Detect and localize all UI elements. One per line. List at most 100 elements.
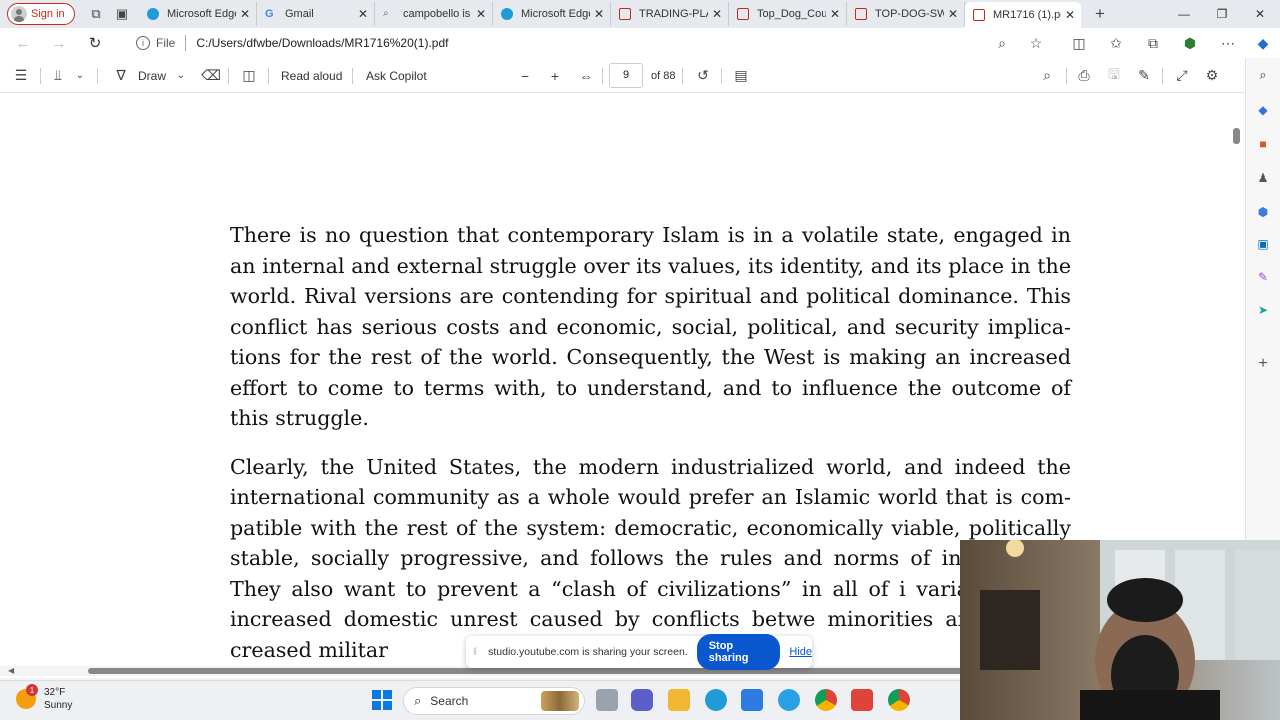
scroll-left-arrow-icon[interactable]: ◀ <box>8 666 14 675</box>
close-tab-icon[interactable]: ✕ <box>1065 8 1075 22</box>
rotate-icon[interactable]: ↺ <box>690 58 716 93</box>
search-label: Search <box>430 694 469 708</box>
save-as-icon[interactable]: ✎ <box>1131 58 1157 93</box>
favorite-star-icon[interactable]: ☆ <box>1023 31 1049 55</box>
draw-icon[interactable]: ∇ <box>108 58 134 93</box>
task-view-icon[interactable] <box>596 689 618 711</box>
zoom-in-icon[interactable]: + <box>542 58 568 93</box>
pdf-page-text: There is no question that contemporary I… <box>230 220 1071 678</box>
sidebar-games-icon[interactable]: ♟ <box>1254 169 1272 187</box>
zoom-icon[interactable]: ⌕ <box>989 31 1015 55</box>
pdf-icon <box>855 8 867 20</box>
sidebar-add-icon[interactable]: + <box>1254 355 1272 373</box>
workspaces-icon[interactable]: ⧉ <box>83 2 109 26</box>
app-icon[interactable] <box>851 689 873 711</box>
tab-label: Microsoft Edge <box>521 8 590 20</box>
screen-share-banner: ‖ studio.youtube.com is sharing your scr… <box>466 634 812 670</box>
restore-icon[interactable]: ❐ <box>1203 0 1241 28</box>
chrome-icon[interactable] <box>815 689 837 711</box>
divider <box>352 68 353 84</box>
eraser-icon[interactable]: ⌫ <box>198 58 224 93</box>
tab-label: Top_Dog_Coun <box>757 8 826 20</box>
divider <box>268 68 269 84</box>
paragraph: There is no question that contemporary I… <box>230 223 1071 430</box>
tab-top-dog-coun[interactable]: Top_Dog_Coun ✕ <box>729 2 847 26</box>
chrome-profile-icon[interactable] <box>888 689 910 711</box>
edge-taskbar-icon[interactable] <box>705 689 727 711</box>
tab-top-dog-swi[interactable]: TOP-DOG-SWI ✕ <box>847 2 965 26</box>
sidebar-search-icon[interactable]: ⌕ <box>1254 66 1272 84</box>
ask-copilot-button[interactable]: Ask Copilot <box>366 58 427 93</box>
find-icon[interactable]: ⌕ <box>1034 58 1060 93</box>
sidebar-tag-icon[interactable]: ◆ <box>1254 101 1272 119</box>
save-icon[interactable]: 🖫 <box>1101 58 1127 93</box>
address-field[interactable]: i File C:/Users/dfwbe/Downloads/MR1716%2… <box>128 31 1058 55</box>
close-tab-icon[interactable]: ✕ <box>830 7 840 21</box>
tab-mr1716-pdf[interactable]: MR1716 (1).pdf ✕ <box>965 2 1081 28</box>
taskbar-search-box[interactable]: ⌕ Search <box>403 687 585 715</box>
page-number-input[interactable]: 9 <box>609 63 643 88</box>
weather-widget[interactable]: 1 32°F Sunny <box>16 684 72 712</box>
refresh-icon[interactable]: ↻ <box>77 28 113 58</box>
close-tab-icon[interactable]: ✕ <box>948 7 958 21</box>
fit-page-icon[interactable]: ⇔ <box>573 58 599 93</box>
sidebar-toolbox-icon[interactable]: ■ <box>1254 135 1272 153</box>
sign-in-button[interactable]: Sign in <box>7 3 75 25</box>
sidebar-copilot-icon[interactable]: ⬢ <box>1254 203 1272 221</box>
chevron-down-icon[interactable]: ⌄ <box>168 58 194 93</box>
scheme-label: File <box>156 36 176 50</box>
close-tab-icon[interactable]: ✕ <box>476 7 486 21</box>
close-tab-icon[interactable]: ✕ <box>712 7 722 21</box>
tab-microsoft-edge-2[interactable]: Microsoft Edge ✕ <box>493 2 611 26</box>
weather-app-icon[interactable] <box>778 689 800 711</box>
tab-microsoft-edge-1[interactable]: Microsoft Edge ✕ <box>139 2 257 26</box>
favorites-icon[interactable]: ✩ <box>1103 31 1129 55</box>
more-options-icon[interactable]: ⋯ <box>1215 31 1241 55</box>
tab-campobello[interactable]: ⌕ campobello is ✕ <box>375 2 493 26</box>
teams-icon[interactable] <box>631 689 653 711</box>
close-window-icon[interactable]: ✕ <box>1241 0 1279 28</box>
draw-button[interactable]: Draw <box>138 58 166 93</box>
vertical-scrollbar-thumb[interactable] <box>1233 128 1240 144</box>
drag-handle-icon[interactable]: ‖ <box>473 647 480 658</box>
tab-gmail[interactable]: G Gmail ✕ <box>257 2 375 26</box>
sidebar-send-icon[interactable]: ➤ <box>1254 301 1272 319</box>
divider <box>602 68 603 84</box>
copilot-icon[interactable]: ◆ <box>1250 31 1276 55</box>
file-explorer-icon[interactable] <box>668 689 690 711</box>
store-icon[interactable] <box>741 689 763 711</box>
collections-icon[interactable]: ⧉ <box>1140 31 1166 55</box>
new-tab-icon[interactable]: + <box>1087 2 1113 26</box>
pdf-icon <box>737 8 749 20</box>
webcam-overlay <box>960 540 1280 720</box>
tab-actions-icon[interactable]: ▣ <box>109 2 135 26</box>
close-tab-icon[interactable]: ✕ <box>358 7 368 21</box>
contents-icon[interactable]: ☰ <box>8 58 34 93</box>
extension-icon[interactable]: ⬢ <box>1177 31 1203 55</box>
split-screen-icon[interactable]: ◫ <box>1066 31 1092 55</box>
back-arrow-icon[interactable]: ← <box>5 28 41 58</box>
expand-icon[interactable]: ⤢ <box>1169 58 1195 93</box>
sidebar-outlook-icon[interactable]: ▣ <box>1254 235 1272 253</box>
tab-label: TOP-DOG-SWI <box>875 8 944 20</box>
forward-arrow-icon[interactable]: → <box>41 28 77 58</box>
sidebar-designer-icon[interactable]: ✎ <box>1254 268 1272 286</box>
close-tab-icon[interactable]: ✕ <box>594 7 604 21</box>
windows-start-icon[interactable] <box>372 690 392 710</box>
tab-trading-plan[interactable]: TRADING-PLAN ✕ <box>611 2 729 26</box>
view-icon[interactable]: ◫ <box>236 58 262 93</box>
stop-sharing-button[interactable]: Stop sharing <box>696 634 781 670</box>
hide-link[interactable]: Hide <box>789 646 812 658</box>
settings-gear-icon[interactable]: ⚙ <box>1199 58 1225 93</box>
page-view-icon[interactable]: ▤ <box>728 58 754 93</box>
close-tab-icon[interactable]: ✕ <box>240 7 250 21</box>
info-icon[interactable]: i <box>136 36 150 50</box>
zoom-out-icon[interactable]: − <box>512 58 538 93</box>
minimize-icon[interactable]: — <box>1165 0 1203 28</box>
read-aloud-button[interactable]: Read aloud <box>281 58 342 93</box>
edge-icon <box>501 8 513 20</box>
chevron-down-icon[interactable]: ⌄ <box>67 58 93 93</box>
print-icon[interactable]: ⎙ <box>1071 58 1097 93</box>
divider <box>682 68 683 84</box>
tab-label: campobello is <box>403 8 471 20</box>
